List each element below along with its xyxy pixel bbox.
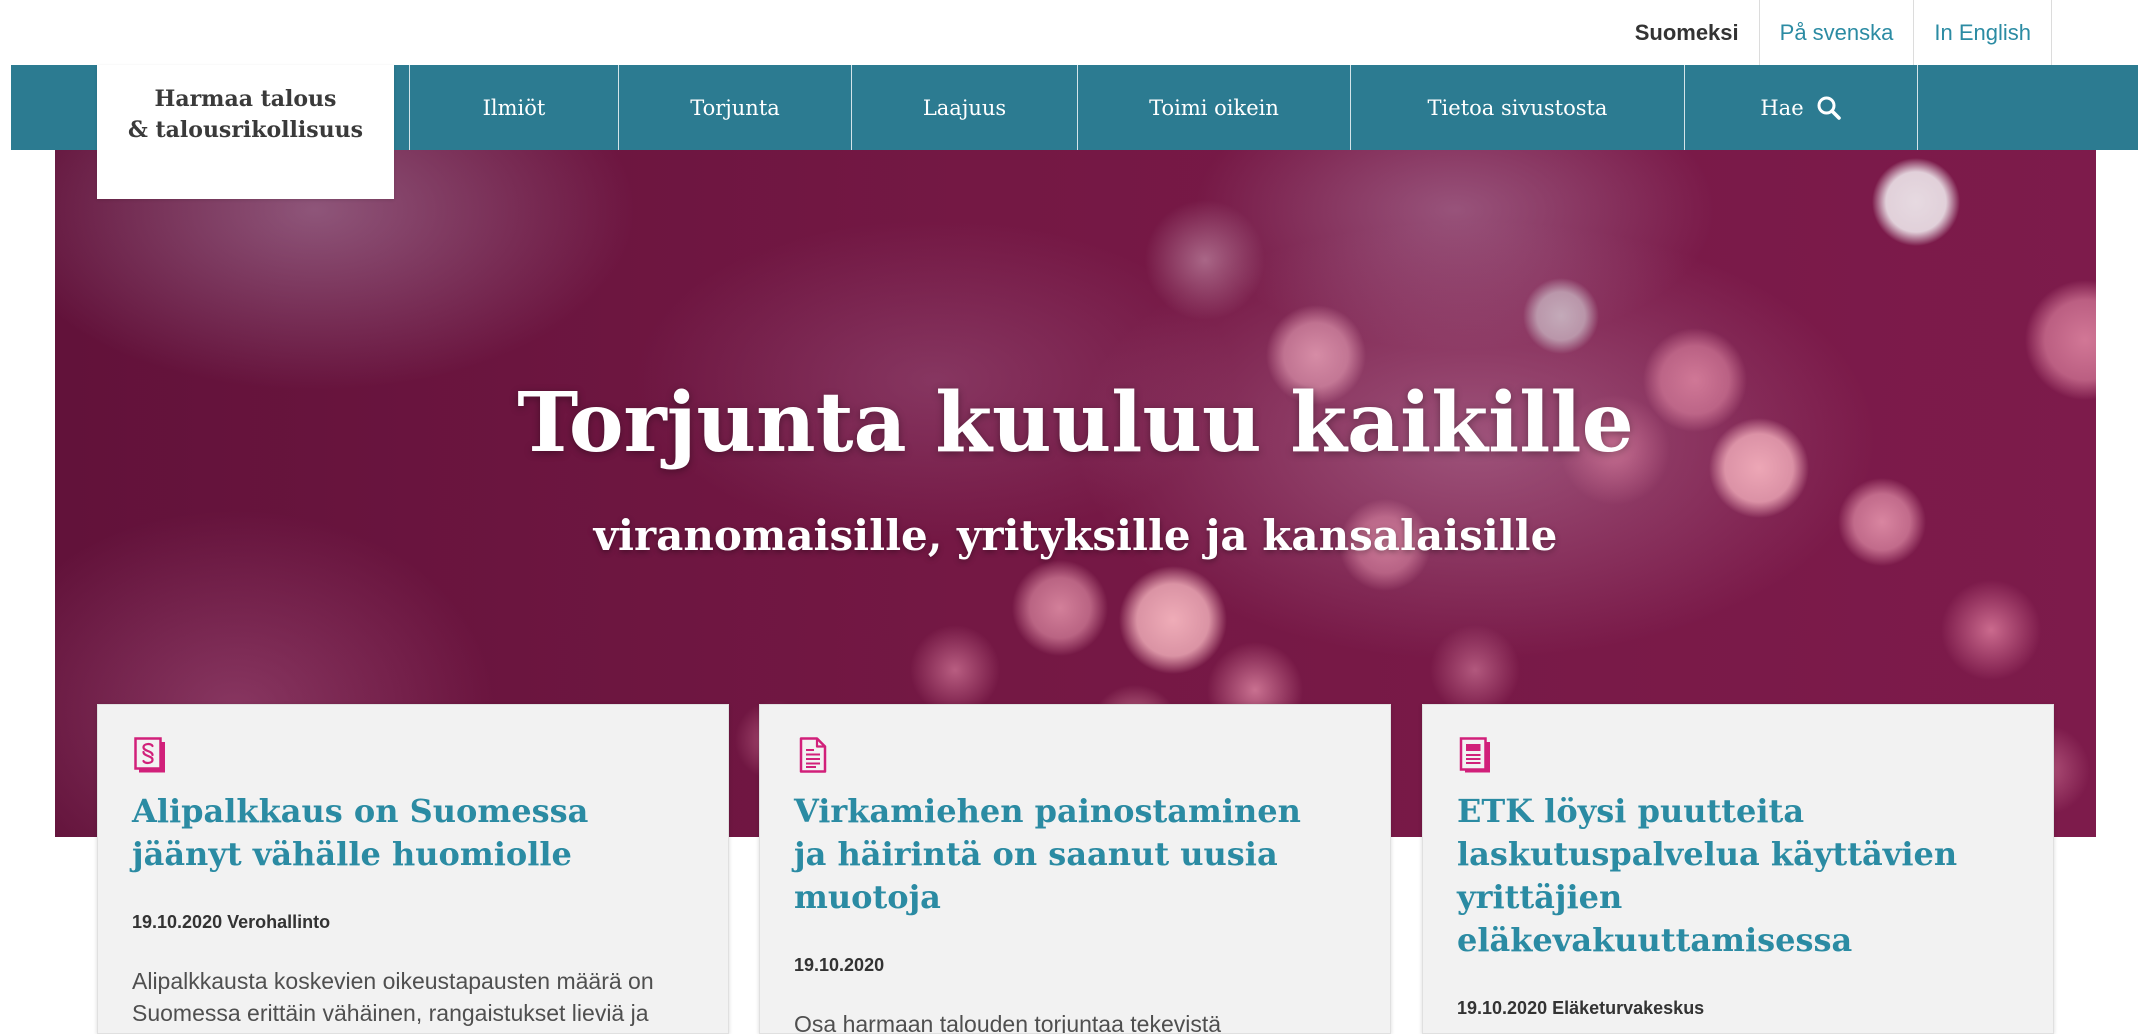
news-excerpt: Alipalkkausta koskevien oikeustapausten …: [132, 968, 654, 1026]
nav-item-tietoa-sivustosta[interactable]: Tietoa sivustosta: [1350, 65, 1684, 150]
site-logo[interactable]: Harmaa talous & talousrikollisuus: [97, 65, 394, 199]
nav-item-ilmiot[interactable]: Ilmiöt: [409, 65, 618, 150]
nav-item-label: Torjunta: [690, 95, 780, 120]
news-title-line: ja häirintä on saanut uusia: [794, 835, 1278, 873]
search-icon: [1816, 95, 1842, 121]
nav-item-label: Ilmiöt: [482, 95, 546, 120]
news-title-line: yrittäjien: [1457, 878, 1623, 916]
news-title-line: ETK löysi puutteita: [1457, 792, 1805, 830]
news-date: 19.10.2020: [1457, 998, 1548, 1018]
logo-line-1: Harmaa talous: [154, 86, 337, 112]
nav-items: Ilmiöt Torjunta Laajuus Toimi oikein Tie…: [409, 65, 1918, 150]
news-title-link[interactable]: Virkamiehen painostaminen ja häirintä on…: [794, 790, 1356, 919]
nav-item-laajuus[interactable]: Laajuus: [851, 65, 1077, 150]
nav-item-label: Toimi oikein: [1149, 95, 1279, 120]
news-title-link[interactable]: Alipalkkaus on Suomessa jäänyt vähälle h…: [132, 790, 694, 876]
news-date: 19.10.2020: [794, 955, 885, 975]
news-excerpt: Osa harmaan talouden torjuntaa tekevistä: [794, 1011, 1222, 1033]
news-card: ETK löysi puutteita laskutuspalvelua käy…: [1422, 704, 2054, 1034]
news-title-line: eläkevakuuttamisessa: [1457, 921, 1853, 959]
nav-item-label: Laajuus: [922, 95, 1007, 120]
lang-link-pa-svenska[interactable]: På svenska: [1760, 0, 1915, 65]
nav-item-torjunta[interactable]: Torjunta: [618, 65, 851, 150]
news-title-line: jäänyt vähälle huomiolle: [132, 835, 572, 873]
language-switcher: Suomeksi På svenska In English: [1615, 0, 2052, 65]
news-title-link[interactable]: ETK löysi puutteita laskutuspalvelua käy…: [1457, 790, 2019, 962]
news-source: Eläketurvakeskus: [1552, 998, 1705, 1018]
newspaper-icon: [1457, 736, 1495, 774]
nav-item-search[interactable]: Hae: [1684, 65, 1918, 150]
hero-subtitle: viranomaisille, yrityksille ja kansalais…: [593, 511, 1558, 560]
news-title-line: muotoja: [794, 878, 941, 916]
news-meta: 19.10.2020 Eläketurvakeskus: [1457, 998, 2019, 1018]
lang-link-suomeksi[interactable]: Suomeksi: [1615, 0, 1760, 65]
news-title-line: laskutuspalvelua käyttävien: [1457, 835, 1958, 873]
nav-item-toimi-oikein[interactable]: Toimi oikein: [1077, 65, 1350, 150]
nav-item-label: Hae: [1760, 95, 1804, 120]
news-card: Virkamiehen painostaminen ja häirintä on…: [759, 704, 1391, 1034]
news-meta: 19.10.2020 Verohallinto: [132, 912, 694, 932]
news-title-line: Alipalkkaus on Suomessa: [132, 792, 589, 830]
lang-link-in-english[interactable]: In English: [1914, 0, 2052, 65]
document-icon: [794, 736, 832, 774]
paragraph-icon: [132, 736, 170, 774]
nav-item-label: Tietoa sivustosta: [1427, 95, 1608, 120]
news-title-line: Virkamiehen painostaminen: [794, 792, 1301, 830]
news-date: 19.10.2020: [132, 912, 223, 932]
news-source: Verohallinto: [227, 912, 331, 932]
news-meta: 19.10.2020: [794, 955, 1356, 975]
news-card: Alipalkkaus on Suomessa jäänyt vähälle h…: [97, 704, 729, 1034]
logo-line-2: & talousrikollisuus: [127, 117, 364, 143]
hero-title: Torjunta kuuluu kaikille: [517, 375, 1634, 471]
